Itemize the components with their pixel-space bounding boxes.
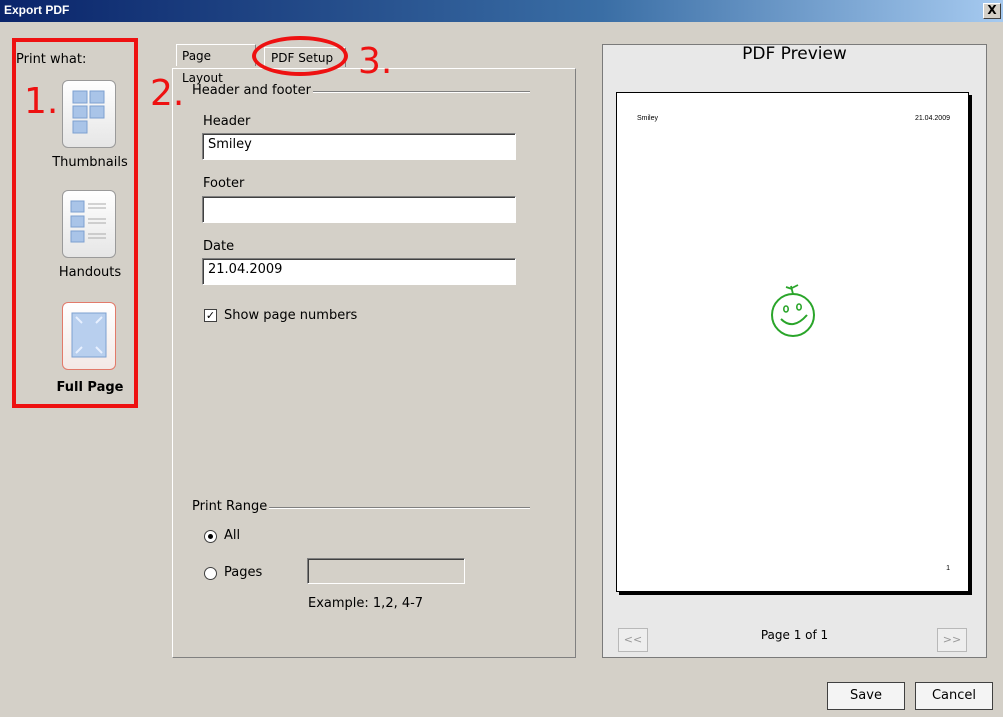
preview-page-header-left: Smiley: [637, 115, 659, 122]
print-range-pages-label: Pages: [224, 565, 263, 580]
preview-page-header-right: 21.04.2009: [914, 115, 950, 122]
handouts-option[interactable]: [62, 190, 116, 258]
handouts-icon: [70, 200, 106, 243]
annotation-number-1: 1.: [24, 81, 59, 122]
save-button[interactable]: Save: [827, 682, 905, 710]
print-range-group-title: Print Range: [192, 499, 270, 514]
print-range-all-radio[interactable]: [204, 530, 217, 543]
date-input[interactable]: 21.04.2009: [202, 258, 516, 285]
print-range-pages-radio[interactable]: [204, 567, 217, 580]
smiley-icon: [771, 284, 815, 337]
annotation-number-3: 3.: [358, 41, 393, 82]
preview-page-number: 1: [946, 565, 950, 572]
header-label: Header: [203, 114, 251, 129]
thumbnails-label: Thumbnails: [52, 155, 128, 170]
footer-input[interactable]: [202, 196, 516, 223]
page-indicator: Page 1 of 1: [760, 628, 829, 642]
thumbnails-option[interactable]: [62, 80, 116, 148]
print-range-example: Example: 1,2, 4-7: [308, 596, 424, 611]
close-button[interactable]: X: [983, 3, 1001, 19]
print-range-all-label: All: [224, 528, 241, 543]
tab-page-layout[interactable]: Page Layout: [176, 44, 256, 85]
thumbnails-icon: [72, 90, 105, 134]
footer-label: Footer: [203, 176, 245, 191]
show-page-numbers-checkbox[interactable]: ✓: [204, 309, 217, 322]
show-page-numbers-label: Show page numbers: [224, 308, 358, 323]
handouts-label: Handouts: [58, 265, 122, 280]
pdf-preview-title: PDF Preview: [742, 44, 847, 64]
cancel-button[interactable]: Cancel: [915, 682, 993, 710]
header-input[interactable]: Smiley: [202, 133, 516, 160]
pages-input[interactable]: [307, 558, 465, 584]
annotation-number-2: 2.: [150, 73, 185, 114]
full-page-option[interactable]: [62, 302, 116, 370]
date-label: Date: [203, 239, 235, 254]
preview-page: Smiley 21.04.2009 1: [616, 92, 969, 592]
annotation-circle-pdf-setup: [252, 36, 348, 76]
full-page-icon: [71, 312, 107, 358]
next-page-button[interactable]: >>: [937, 628, 967, 652]
title-bar: Export PDF X: [0, 0, 1003, 22]
full-page-label: Full Page: [56, 380, 124, 395]
window-title: Export PDF: [4, 3, 70, 17]
